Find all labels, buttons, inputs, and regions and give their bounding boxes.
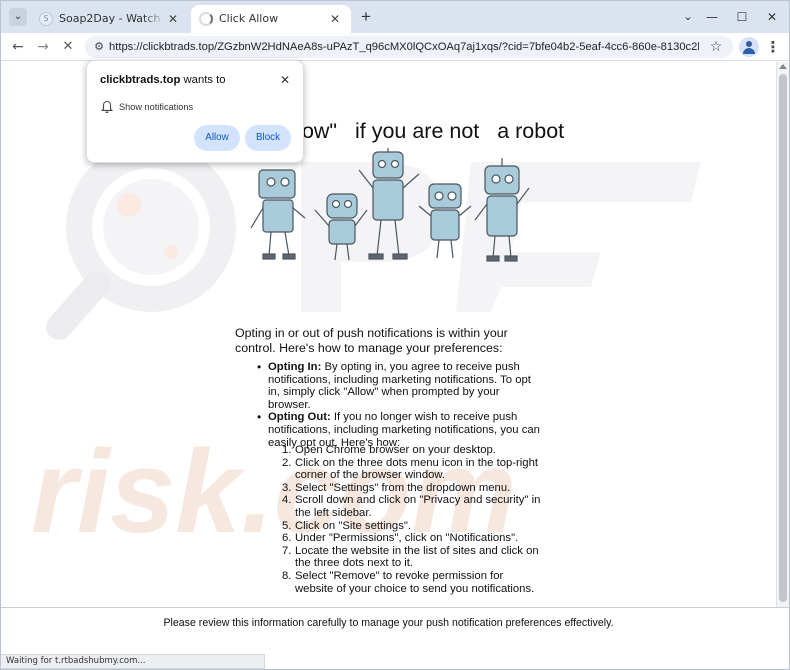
vertical-scrollbar[interactable] xyxy=(776,62,789,607)
tab-title: Soap2Day - Watch Free HD Movies xyxy=(59,12,165,25)
list-item-opt-in: Opting In: By opting in, you agree to re… xyxy=(257,361,543,411)
permission-label: Show notifications xyxy=(119,102,194,112)
close-tab-icon[interactable]: ✕ xyxy=(165,11,181,27)
bookmark-star-icon[interactable]: ☆ xyxy=(707,38,725,56)
maximize-button[interactable]: ☐ xyxy=(727,6,757,28)
tab-search-icon[interactable]: ⌄ xyxy=(9,8,27,26)
tab-title: Click Allow xyxy=(219,12,279,25)
tab-soap2day[interactable]: S Soap2Day - Watch Free HD Movies ✕ xyxy=(31,5,189,33)
block-button[interactable]: Block xyxy=(245,125,291,151)
popup-title: clickbtrads.top wants to xyxy=(100,74,226,86)
popup-close-icon[interactable]: ✕ xyxy=(277,72,293,88)
close-tab-icon[interactable]: ✕ xyxy=(327,11,343,27)
list-item: 2. Click on the three dots menu icon in t… xyxy=(282,456,539,482)
footer-text: Please review this information carefully… xyxy=(163,617,614,629)
allow-button[interactable]: Allow xyxy=(194,125,240,151)
intro-paragraph: Opting in or out of push notifications i… xyxy=(235,326,508,355)
opt-out-label: Opting Out: xyxy=(268,411,331,424)
list-item: 5. Click on "Site settings". xyxy=(282,519,412,532)
new-tab-button[interactable]: + xyxy=(356,7,376,27)
browser-menu-icon[interactable]: ⋮ xyxy=(763,37,783,57)
popup-site: clickbtrads.top xyxy=(100,74,181,86)
scrollbar-thumb[interactable] xyxy=(779,74,787,602)
options-list: Opting In: By opting in, you agree to re… xyxy=(257,361,543,449)
url-text[interactable]: https://clickbtrads.top/ZGzbnW2HdNAeA8s-… xyxy=(109,40,699,54)
minimize-button[interactable]: — xyxy=(697,6,727,28)
list-item: 3. Select "Settings" from the dropdown me… xyxy=(282,481,511,494)
forward-button[interactable]: → xyxy=(32,36,54,58)
browser-toolbar: ← → ✕ ⚙ https://clickbtrads.top/ZGzbnW2H… xyxy=(1,33,789,61)
opt-in-label: Opting In: xyxy=(268,361,322,373)
list-item: 6. Under "Permissions", click on "Notific… xyxy=(282,532,519,545)
site-info-icon[interactable]: ⚙ xyxy=(92,39,106,55)
close-window-button[interactable]: ✕ xyxy=(757,6,787,28)
footer-bar: Please review this information carefully… xyxy=(1,607,789,655)
list-item: 7. Locate the website in the list of site… xyxy=(282,544,539,570)
opt-out-steps: 1. Open Chrome browser on your desktop. 2… xyxy=(282,444,542,595)
back-button[interactable]: ← xyxy=(7,36,29,58)
tab-click-allow[interactable]: Click Allow ✕ xyxy=(191,5,351,33)
list-item: 8. Select "Remove" to revoke permission f… xyxy=(282,569,535,595)
notification-permission-popup: clickbtrads.top wants to ✕ Show notifica… xyxy=(86,60,304,163)
tab-strip: ⌄ S Soap2Day - Watch Free HD Movies ✕ Cl… xyxy=(1,1,789,33)
profile-avatar-icon[interactable] xyxy=(739,37,759,57)
scroll-up-icon[interactable] xyxy=(779,64,787,69)
soap2day-favicon-icon: S xyxy=(39,12,53,26)
browser-window: ⌄ S Soap2Day - Watch Free HD Movies ✕ Cl… xyxy=(0,0,790,670)
robots-illustration xyxy=(250,148,530,262)
stop-loading-button[interactable]: ✕ xyxy=(57,36,79,58)
list-item: 1. Open Chrome browser on your desktop. xyxy=(282,444,496,456)
bell-icon xyxy=(101,100,113,114)
loading-spinner-icon xyxy=(199,12,213,26)
status-bar: Waiting for t.rtbadshubmy.com... xyxy=(1,654,265,669)
popup-wants-to: wants to xyxy=(180,74,226,86)
list-item: 4. Scroll down and click on "Privacy and … xyxy=(282,494,541,519)
address-bar[interactable]: ⚙ https://clickbtrads.top/ZGzbnW2HdNAeA8… xyxy=(85,36,733,58)
